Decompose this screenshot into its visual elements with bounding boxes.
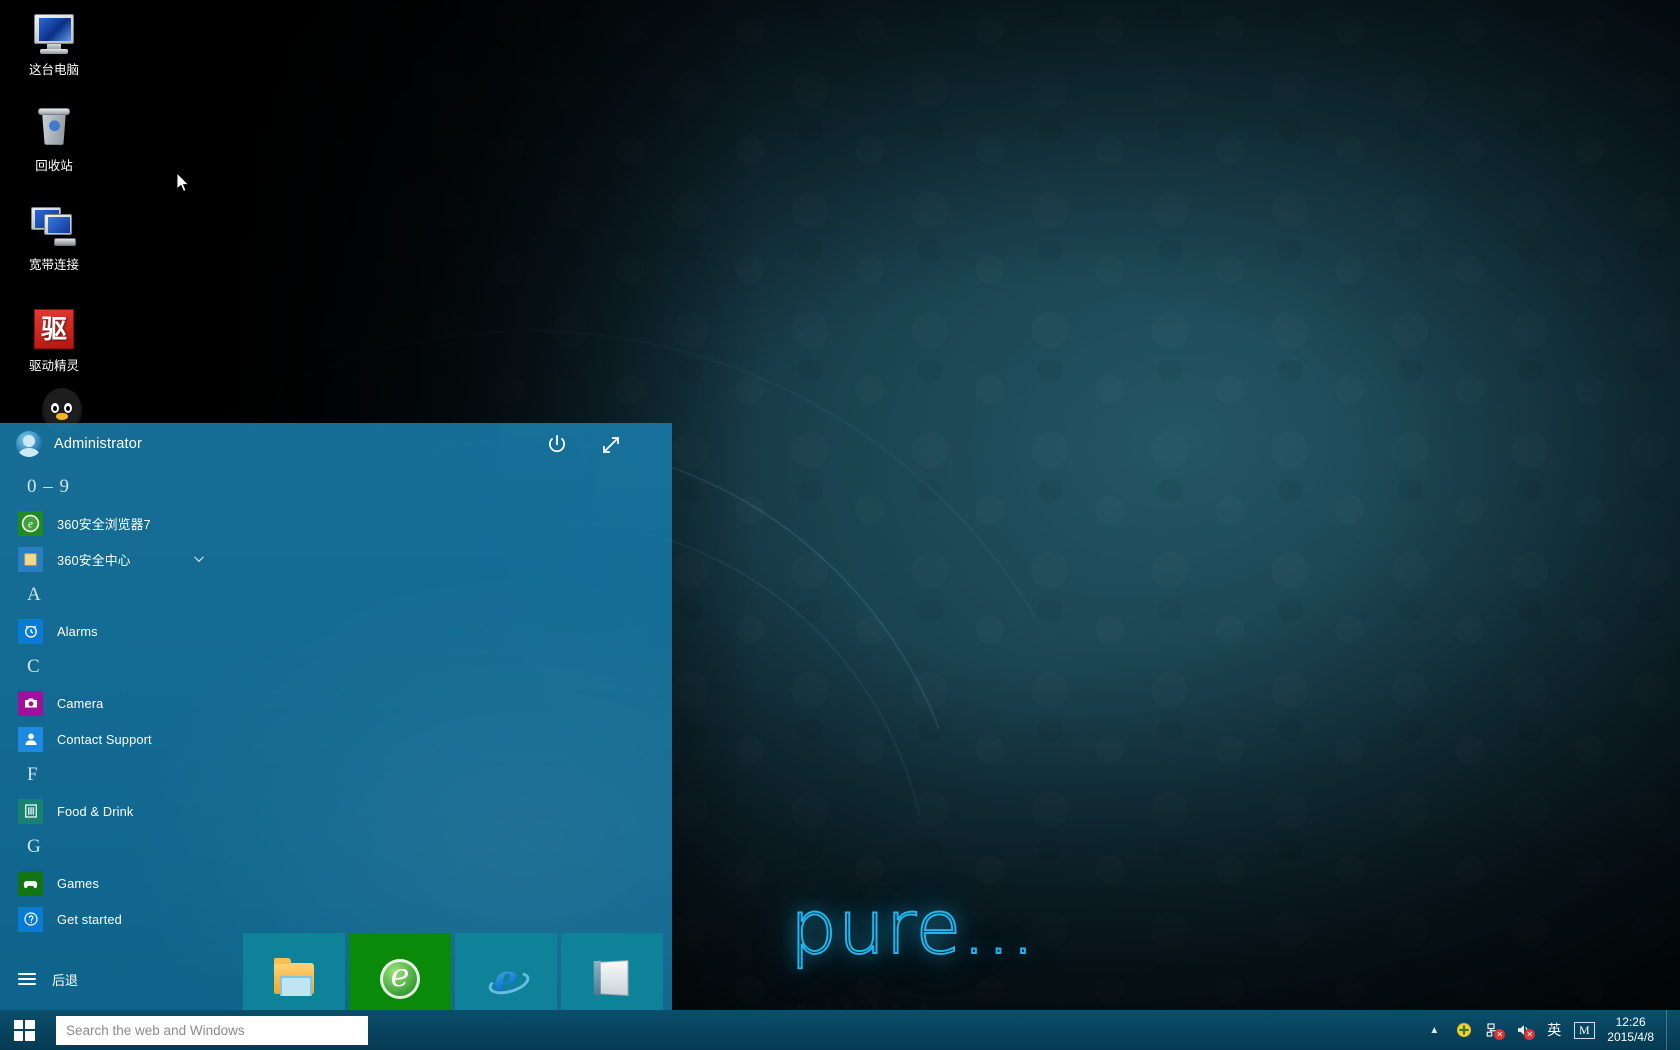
system-tray[interactable]: ▲ ✕ ✕ 英 M 12:26 2015/4/8 [1419, 1010, 1680, 1050]
ime-language-label: 英 [1547, 1020, 1561, 1040]
start-menu-header: Administrator [0, 423, 672, 469]
back-button-label: 后退 [52, 970, 78, 989]
ime-mode-label: M [1574, 1022, 1595, 1039]
svg-text:e: e [28, 518, 33, 530]
ime-language-icon[interactable]: 英 [1539, 1010, 1569, 1050]
app-group-header: F [0, 757, 228, 793]
games-icon [18, 871, 43, 896]
wallpaper-logo-text: pure... [790, 885, 1036, 971]
app-list-item-alarms[interactable]: Alarms [0, 613, 228, 649]
app-group-header: C [0, 649, 228, 685]
taskbar[interactable]: ▲ ✕ ✕ 英 M 12:26 2015/4/8 [0, 1010, 1680, 1050]
app-list-item-label: 360安全浏览器7 [57, 514, 151, 533]
app-list-item-360-browser[interactable]: e 360安全浏览器7 [0, 505, 228, 541]
clock-date: 2015/4/8 [1607, 1030, 1654, 1045]
avatar [16, 431, 42, 457]
app-list-item-get-started[interactable]: Get started [0, 901, 228, 937]
tile-internet-explorer[interactable]: e Internet Explore [455, 933, 557, 1010]
driver-genius-glyph: 驱 [34, 309, 74, 349]
driver-genius-icon: 驱 [30, 306, 78, 354]
camera-icon [18, 691, 43, 716]
food-drink-icon [18, 799, 43, 824]
360-browser-icon [378, 957, 422, 1001]
start-menu-tiles[interactable]: 文件资源管理器 360安全浏览器7 e Internet Explore 记事本… [243, 933, 672, 1010]
app-list-item-label: Get started [57, 912, 122, 927]
volume-icon[interactable]: ✕ [1509, 1010, 1539, 1050]
desktop-icon-label: 驱动精灵 [6, 359, 102, 374]
power-button[interactable] [544, 432, 570, 458]
recycle-bin-icon [30, 106, 78, 154]
app-list-item-food-drink[interactable]: Food & Drink [0, 793, 228, 829]
contact-support-icon [18, 727, 43, 752]
windows-logo-icon [14, 1020, 35, 1041]
app-list-item-games[interactable]: Games [0, 865, 228, 901]
user-name-label: Administrator [54, 436, 142, 452]
file-explorer-icon [272, 957, 316, 1001]
360-browser-icon: e [18, 511, 43, 536]
chevron-up-icon: ▲ [1429, 1025, 1439, 1036]
app-group-header: 0 – 9 [0, 469, 228, 505]
ime-mode-icon[interactable]: M [1569, 1010, 1599, 1050]
app-list-item-label: Camera [57, 696, 103, 711]
app-group-header: A [0, 577, 228, 613]
360-folder-icon [18, 547, 43, 572]
error-badge: ✕ [1524, 1029, 1535, 1040]
notepad-icon [590, 957, 634, 1001]
app-list-item-label: Alarms [57, 624, 98, 639]
desktop-icon-label: 宽带连接 [6, 258, 102, 273]
tile-notepad[interactable]: 记事本 [561, 933, 663, 1010]
alarm-clock-icon [18, 619, 43, 644]
desktop-icon-label: 回收站 [6, 159, 102, 174]
desktop-icon-this-pc[interactable]: 这台电脑 [6, 10, 102, 78]
app-list-item-label: Contact Support [57, 732, 152, 747]
get-started-icon [18, 907, 43, 932]
broadband-connection-icon [30, 205, 78, 253]
app-list-item-camera[interactable]: Camera [0, 685, 228, 721]
start-menu[interactable]: Administrator 0 – 9 e 360安全浏览器7 360安全中心 … [0, 423, 672, 1010]
desktop-icon-label: 这台电脑 [6, 63, 102, 78]
clock[interactable]: 12:26 2015/4/8 [1599, 1015, 1666, 1045]
back-button[interactable]: 后退 [0, 962, 228, 996]
show-desktop-button[interactable] [1666, 1010, 1674, 1050]
network-icon[interactable]: ✕ [1479, 1010, 1509, 1050]
app-list-item-label: Games [57, 876, 99, 891]
desktop-icon-recycle-bin[interactable]: 回收站 [6, 106, 102, 174]
hamburger-icon [18, 968, 40, 990]
chevron-down-icon[interactable] [192, 552, 206, 566]
start-menu-footer: 后退 [0, 950, 228, 1010]
desktop-icon-driver-genius[interactable]: 驱 驱动精灵 [6, 306, 102, 374]
internet-explorer-icon: e [484, 957, 528, 1001]
tile-360-browser[interactable]: 360安全浏览器7 [349, 933, 451, 1010]
user-account-button[interactable]: Administrator [16, 431, 142, 457]
update-icon[interactable] [1449, 1010, 1479, 1050]
computer-icon [30, 10, 78, 58]
start-menu-actions [544, 432, 624, 458]
error-badge: ✕ [1494, 1029, 1505, 1040]
show-hidden-icons-button[interactable]: ▲ [1419, 1010, 1449, 1050]
app-list-item-label: 360安全中心 [57, 550, 131, 569]
app-group-header: G [0, 829, 228, 865]
expand-button[interactable] [598, 432, 624, 458]
clock-time: 12:26 [1607, 1015, 1654, 1030]
search-input[interactable] [66, 1023, 358, 1038]
start-menu-app-list[interactable]: 0 – 9 e 360安全浏览器7 360安全中心 A Alarms C Cam… [0, 469, 228, 950]
desktop-icon-broadband[interactable]: 宽带连接 [6, 205, 102, 273]
app-list-item-360-security[interactable]: 360安全中心 [0, 541, 228, 577]
app-list-item-contact-support[interactable]: Contact Support [0, 721, 228, 757]
start-button[interactable] [0, 1010, 48, 1050]
app-list-item-label: Food & Drink [57, 804, 133, 819]
tile-file-explorer[interactable]: 文件资源管理器 [243, 933, 345, 1010]
search-box[interactable] [56, 1016, 368, 1045]
